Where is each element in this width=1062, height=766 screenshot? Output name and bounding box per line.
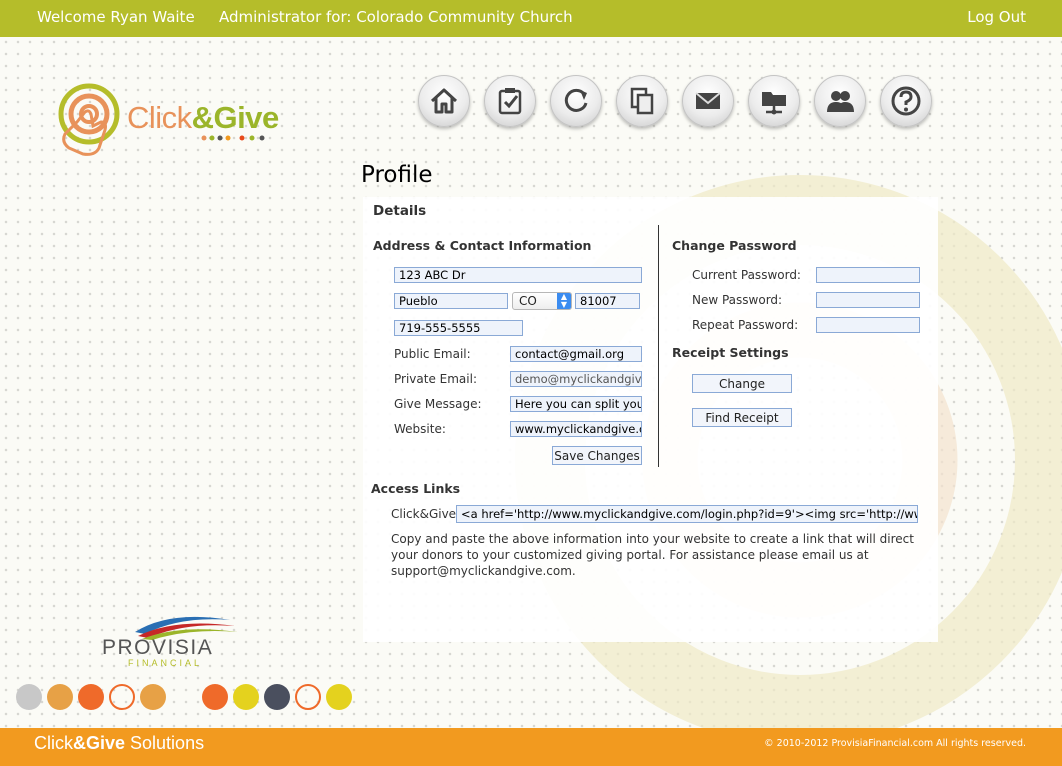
- details-heading: Details: [373, 203, 427, 219]
- access-links-heading: Access Links: [371, 481, 461, 496]
- chevron-updown-icon: ▲ ▼: [557, 293, 571, 309]
- current-password-label: Current Password:: [692, 268, 801, 282]
- dot: [16, 684, 42, 710]
- mail-icon: [695, 92, 721, 109]
- refresh-icon: [564, 88, 588, 112]
- dot: [47, 684, 73, 710]
- hand-target-icon: [58, 83, 120, 156]
- save-changes-button[interactable]: Save Changes: [552, 446, 642, 465]
- copyright-text: © 2010-2012 ProvisiaFinancial.com All ri…: [764, 738, 1026, 749]
- copy-button[interactable]: [616, 75, 668, 127]
- find-receipt-button[interactable]: Find Receipt: [692, 408, 792, 427]
- city-field[interactable]: Pueblo: [394, 293, 508, 309]
- embed-code-field[interactable]: <a href='http://www.myclickandgive.com/l…: [456, 505, 918, 523]
- click-and-give-link-label: Click&Give:: [391, 507, 461, 521]
- dot: [295, 684, 321, 710]
- public-email-label: Public Email:: [394, 347, 471, 361]
- address-section-heading: Address & Contact Information: [373, 238, 592, 253]
- public-email-field[interactable]: contact@gmail.org: [510, 346, 642, 362]
- top-bar: Welcome Ryan Waite Administrator for: Co…: [0, 0, 1062, 37]
- copy-icon: [630, 87, 654, 115]
- dot: [264, 684, 290, 710]
- provisia-name: PROVISIA: [102, 636, 214, 659]
- logo-text: Click&Give: [127, 100, 279, 135]
- private-email-label: Private Email:: [394, 372, 477, 386]
- new-password-field[interactable]: [816, 292, 920, 308]
- dot: [233, 684, 259, 710]
- repeat-password-field[interactable]: [816, 317, 920, 333]
- receipt-settings-heading: Receipt Settings: [672, 345, 789, 360]
- column-divider: [658, 225, 659, 467]
- help-button[interactable]: [880, 75, 932, 127]
- provisia-subtitle: FINANCIAL: [128, 658, 203, 668]
- dot: [202, 684, 228, 710]
- profile-panel: Details Address & Contact Information 12…: [363, 197, 938, 642]
- street-field[interactable]: 123 ABC Dr: [394, 267, 642, 283]
- dot: [140, 684, 166, 710]
- dot: [109, 684, 135, 710]
- checklist-button[interactable]: [484, 75, 536, 127]
- repeat-password-label: Repeat Password:: [692, 318, 799, 332]
- change-receipt-button[interactable]: Change: [692, 374, 792, 393]
- users-button[interactable]: [814, 75, 866, 127]
- refresh-button[interactable]: [550, 75, 602, 127]
- phone-field[interactable]: 719-555-5555: [394, 320, 523, 336]
- state-value: CO: [519, 294, 537, 308]
- state-select[interactable]: CO ▲ ▼: [512, 292, 572, 310]
- dot: [78, 684, 104, 710]
- zip-field[interactable]: 81007: [575, 293, 640, 309]
- checklist-icon: [498, 88, 522, 115]
- click-and-give-logo: Click&Give: [55, 82, 305, 172]
- admin-text: Administrator for: Colorado Community Ch…: [219, 8, 573, 26]
- network-folder-button[interactable]: [748, 75, 800, 127]
- access-links-instructions: Copy and paste the above information int…: [391, 532, 914, 578]
- new-password-label: New Password:: [692, 293, 783, 307]
- dot: [326, 684, 352, 710]
- website-field[interactable]: www.myclickandgive.cc: [510, 421, 642, 437]
- home-icon: [430, 88, 458, 114]
- footer-brand: Click&Give Solutions: [34, 733, 205, 753]
- welcome-text: Welcome Ryan Waite: [37, 8, 195, 26]
- logout-link[interactable]: Log Out: [967, 8, 1026, 26]
- website-label: Website:: [394, 422, 446, 436]
- give-message-label: Give Message:: [394, 397, 482, 411]
- help-icon: [891, 86, 921, 116]
- footer: Click&Give Solutions © 2010-2012 Provisi…: [0, 728, 1062, 766]
- give-message-field[interactable]: Here you can split your: [510, 396, 642, 412]
- home-button[interactable]: [418, 75, 470, 127]
- provisia-logo: PROVISIA FINANCIAL: [100, 612, 245, 672]
- change-password-heading: Change Password: [672, 238, 797, 253]
- current-password-field[interactable]: [816, 267, 920, 283]
- folder-network-icon: [762, 92, 786, 115]
- page-title: Profile: [361, 162, 433, 188]
- logo-dots: [201, 135, 265, 141]
- private-email-field[interactable]: demo@myclickandgive.c: [510, 371, 642, 387]
- users-icon: [827, 91, 854, 112]
- mail-button[interactable]: [682, 75, 734, 127]
